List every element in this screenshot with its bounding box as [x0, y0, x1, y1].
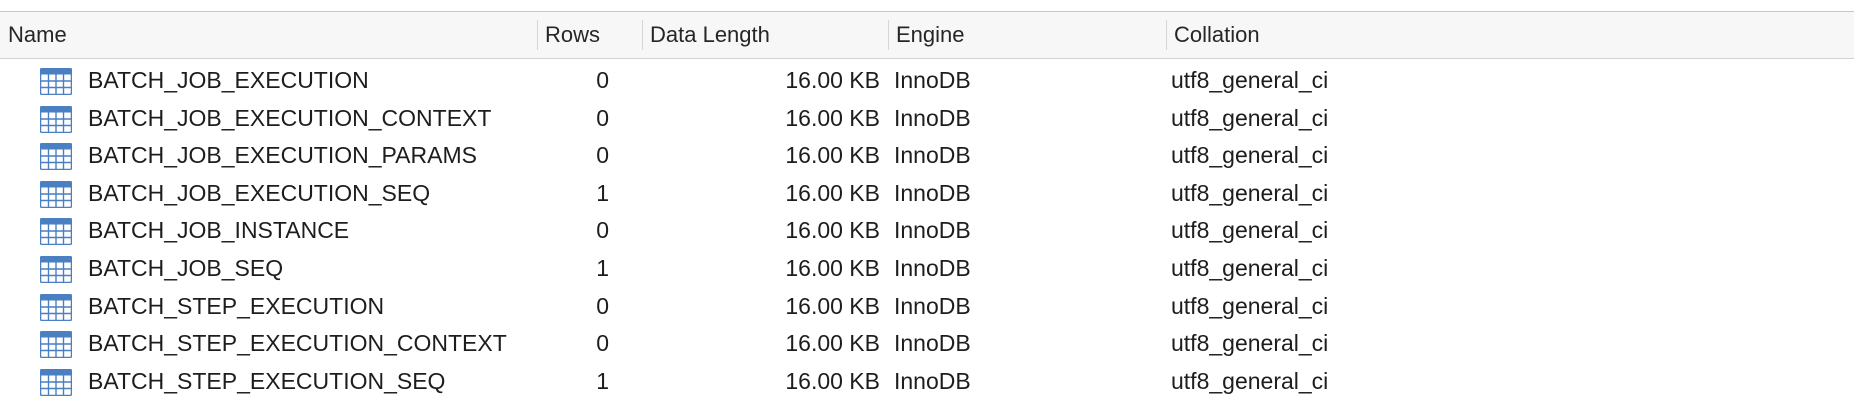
table-name: BATCH_JOB_EXECUTION_PARAMS: [88, 142, 477, 169]
table-engine: InnoDB: [894, 179, 971, 206]
table-collation: utf8_general_ci: [1171, 179, 1329, 206]
table-collation: utf8_general_ci: [1171, 142, 1329, 169]
table-rows-count: 0: [596, 142, 609, 169]
table-data-length: 16.00 KB: [785, 292, 880, 319]
table-collation: utf8_general_ci: [1171, 217, 1329, 244]
table-data-length: 16.00 KB: [785, 330, 880, 357]
table-rows: BATCH_JOB_EXECUTION 0 16.00 KB InnoDB ut…: [0, 62, 1854, 400]
table-engine: InnoDB: [894, 254, 971, 281]
table-grid-icon: [40, 293, 72, 321]
table-row[interactable]: BATCH_STEP_EXECUTION_CONTEXT 0 16.00 KB …: [0, 325, 1854, 363]
column-header-collation[interactable]: Collation: [1166, 12, 1854, 58]
table-rows-count: 1: [596, 254, 609, 281]
table-engine: InnoDB: [894, 217, 971, 244]
table-row[interactable]: BATCH_JOB_EXECUTION 0 16.00 KB InnoDB ut…: [0, 62, 1854, 100]
tables-list-view: Name Rows Data Length Engine Collation B…: [0, 0, 1854, 416]
table-rows-count: 0: [596, 292, 609, 319]
table-engine: InnoDB: [894, 330, 971, 357]
table-row[interactable]: BATCH_JOB_SEQ 1 16.00 KB InnoDB utf8_gen…: [0, 250, 1854, 288]
table-engine: InnoDB: [894, 292, 971, 319]
table-grid-icon: [40, 368, 72, 396]
table-rows-count: 0: [596, 104, 609, 131]
table-collation: utf8_general_ci: [1171, 104, 1329, 131]
column-header-rows[interactable]: Rows: [537, 12, 642, 58]
table-row[interactable]: BATCH_JOB_INSTANCE 0 16.00 KB InnoDB utf…: [0, 212, 1854, 250]
column-header-row: Name Rows Data Length Engine Collation: [0, 11, 1854, 59]
table-rows-count: 1: [596, 367, 609, 394]
table-grid-icon: [40, 68, 72, 95]
table-engine: InnoDB: [894, 367, 971, 394]
table-row[interactable]: BATCH_JOB_EXECUTION_SEQ 1 16.00 KB InnoD…: [0, 175, 1854, 213]
table-name: BATCH_JOB_INSTANCE: [88, 217, 350, 244]
table-data-length: 16.00 KB: [785, 179, 880, 206]
table-engine: InnoDB: [894, 67, 971, 93]
table-name: BATCH_STEP_EXECUTION_SEQ: [88, 367, 446, 394]
table-collation: utf8_general_ci: [1171, 254, 1329, 281]
table-data-length: 16.00 KB: [785, 142, 880, 169]
table-rows-count: 0: [596, 330, 609, 357]
table-collation: utf8_general_ci: [1171, 292, 1329, 319]
table-collation: utf8_general_ci: [1171, 367, 1329, 394]
table-row[interactable]: BATCH_JOB_EXECUTION_PARAMS 0 16.00 KB In…: [0, 137, 1854, 175]
table-rows-count: 0: [596, 217, 609, 244]
table-row[interactable]: BATCH_STEP_EXECUTION_SEQ 1 16.00 KB Inno…: [0, 363, 1854, 401]
table-data-length: 16.00 KB: [785, 104, 880, 131]
table-data-length: 16.00 KB: [785, 254, 880, 281]
table-grid-icon: [40, 218, 72, 246]
table-name: BATCH_JOB_SEQ: [88, 254, 284, 281]
table-name: BATCH_STEP_EXECUTION_CONTEXT: [88, 330, 507, 357]
table-collation: utf8_general_ci: [1171, 330, 1329, 357]
table-engine: InnoDB: [894, 104, 971, 131]
table-name: BATCH_JOB_EXECUTION_CONTEXT: [88, 104, 492, 131]
table-data-length: 16.00 KB: [785, 67, 880, 93]
table-grid-icon: [40, 255, 72, 283]
table-row[interactable]: BATCH_STEP_EXECUTION 0 16.00 KB InnoDB u…: [0, 288, 1854, 326]
table-grid-icon: [40, 180, 72, 208]
column-header-name[interactable]: Name: [0, 12, 537, 58]
column-header-data-length[interactable]: Data Length: [642, 12, 888, 58]
table-grid-icon: [40, 105, 72, 133]
column-header-engine[interactable]: Engine: [888, 12, 1166, 58]
table-name: BATCH_JOB_EXECUTION: [88, 67, 369, 93]
table-name: BATCH_JOB_EXECUTION_SEQ: [88, 179, 431, 206]
table-row[interactable]: BATCH_JOB_EXECUTION_CONTEXT 0 16.00 KB I…: [0, 100, 1854, 138]
table-data-length: 16.00 KB: [785, 367, 880, 394]
table-rows-count: 0: [596, 67, 609, 93]
table-grid-icon: [40, 143, 72, 171]
table-engine: InnoDB: [894, 142, 971, 169]
table-name: BATCH_STEP_EXECUTION: [88, 292, 385, 319]
table-grid-icon: [40, 331, 72, 359]
table-data-length: 16.00 KB: [785, 217, 880, 244]
table-collation: utf8_general_ci: [1171, 67, 1329, 93]
table-rows-count: 1: [596, 179, 609, 206]
